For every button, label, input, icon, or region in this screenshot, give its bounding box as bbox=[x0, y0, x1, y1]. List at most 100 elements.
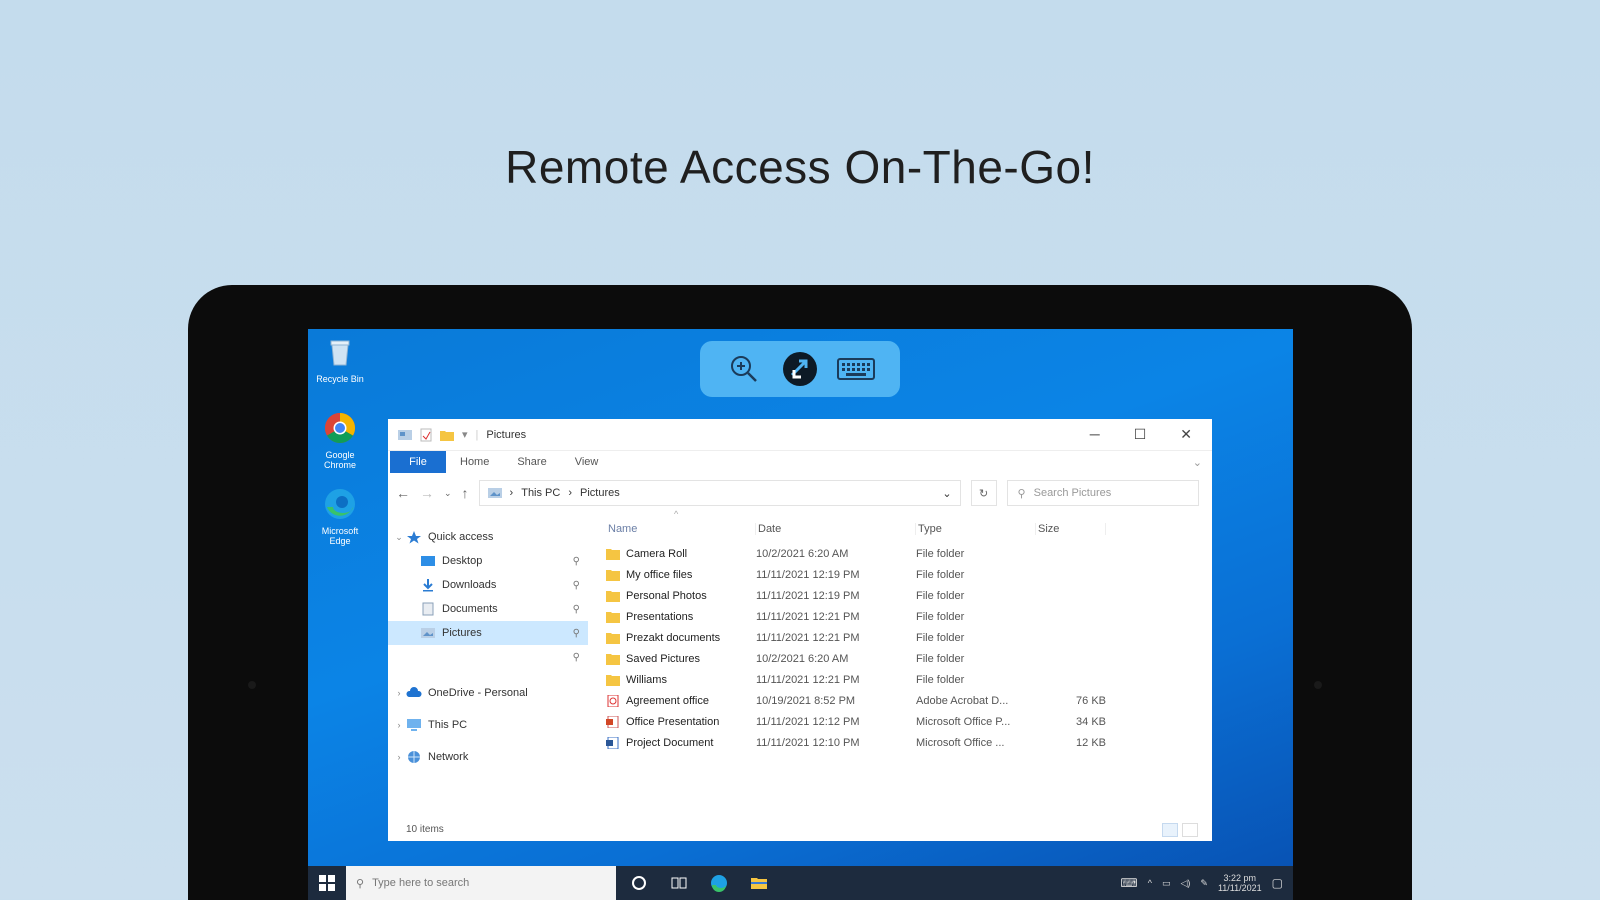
chevron-right-icon[interactable]: › bbox=[392, 752, 406, 762]
column-header-date[interactable]: Date bbox=[756, 523, 916, 535]
taskbar-search-input[interactable]: ⚲ Type here to search bbox=[346, 866, 616, 900]
nav-item-this-pc[interactable]: › This PC bbox=[388, 713, 588, 737]
nav-item-desktop[interactable]: Desktop ⚲ bbox=[388, 549, 588, 573]
tray-overflow-icon[interactable]: ^ bbox=[1148, 878, 1152, 888]
tablet-sensor-dot bbox=[248, 681, 256, 689]
back-arrow-icon[interactable]: ← bbox=[396, 485, 410, 501]
start-button[interactable] bbox=[308, 866, 346, 900]
zoom-button[interactable] bbox=[724, 349, 764, 389]
nav-item-quick-access[interactable]: ⌄ Quick access bbox=[388, 525, 588, 549]
nav-item-label: Downloads bbox=[442, 579, 497, 591]
folder-icon bbox=[606, 653, 620, 665]
new-folder-icon[interactable] bbox=[440, 429, 454, 441]
pictures-folder-icon bbox=[420, 626, 436, 640]
notification-icon[interactable]: ▢ bbox=[1272, 876, 1283, 890]
breadcrumb-this-pc[interactable]: This PC bbox=[521, 487, 560, 499]
recent-locations-icon[interactable]: ⌄ bbox=[444, 488, 452, 499]
file-row[interactable]: Prezakt documents 11/11/2021 12:21 PM File… bbox=[606, 627, 1212, 648]
up-arrow-icon[interactable]: ↑ bbox=[462, 485, 469, 501]
minimize-icon[interactable]: ─ bbox=[1090, 426, 1100, 443]
breadcrumb-pictures[interactable]: Pictures bbox=[580, 487, 620, 499]
details-view-icon[interactable] bbox=[1162, 823, 1178, 837]
search-input[interactable]: ⚲ Search Pictures bbox=[1006, 480, 1199, 506]
pdf-icon bbox=[606, 694, 620, 707]
qat-dropdown-icon[interactable]: ▾ bbox=[462, 428, 468, 441]
forward-arrow-icon[interactable]: → bbox=[420, 485, 434, 501]
file-row[interactable]: Camera Roll 10/2/2021 6:20 AM File folder bbox=[606, 543, 1212, 564]
ribbon-expand-icon[interactable]: ⌄ bbox=[1193, 456, 1212, 469]
file-row[interactable]: Personal Photos 11/11/2021 12:19 PM File f… bbox=[606, 585, 1212, 606]
system-tray: ⌨ ^ ▭ ◁) ✎ 3:22 pm 11/11/2021 ▢ bbox=[1120, 873, 1293, 893]
edge-icon[interactable] bbox=[710, 874, 728, 892]
task-view-icon[interactable] bbox=[670, 874, 688, 892]
clock[interactable]: 3:22 pm 11/11/2021 bbox=[1218, 873, 1262, 893]
desktop-icon-chrome[interactable]: Google Chrome bbox=[312, 411, 368, 470]
quick-access-toolbar: ▾ | bbox=[398, 428, 478, 442]
remote-desktop-screen[interactable]: Recycle Bin Google Chrome Microsoft Edge bbox=[308, 329, 1293, 900]
address-dropdown-icon[interactable]: ⌄ bbox=[942, 487, 951, 500]
breadcrumb-separator-icon: › bbox=[568, 487, 573, 499]
tab-home[interactable]: Home bbox=[446, 451, 503, 473]
file-row[interactable]: Project Document 11/11/2021 12:10 PM Micro… bbox=[606, 732, 1212, 753]
large-icons-view-icon[interactable] bbox=[1182, 823, 1198, 837]
chevron-right-icon[interactable]: › bbox=[392, 720, 406, 730]
file-row[interactable]: Agreement office 10/19/2021 8:52 PM Adobe … bbox=[606, 690, 1212, 711]
nav-item-empty[interactable]: ⚲ bbox=[388, 645, 588, 669]
window-controls: ─ ☐ ✕ bbox=[1090, 426, 1202, 443]
view-toggle bbox=[1162, 823, 1198, 837]
file-name: Camera Roll bbox=[626, 547, 688, 560]
touch-keyboard-icon[interactable]: ⌨ bbox=[1120, 876, 1137, 890]
sort-ascending-icon: ^ bbox=[674, 509, 679, 519]
refresh-button[interactable]: ↻ bbox=[970, 480, 997, 506]
file-row[interactable]: Williams 11/11/2021 12:21 PM File folder bbox=[606, 669, 1212, 690]
file-type: File folder bbox=[916, 673, 965, 686]
pin-icon[interactable]: ⚲ bbox=[573, 628, 580, 639]
file-name-cell: Saved Pictures bbox=[606, 653, 756, 665]
file-row[interactable]: Saved Pictures 10/2/2021 6:20 AM File fold… bbox=[606, 648, 1212, 669]
recycle-bin-icon bbox=[330, 340, 350, 366]
tab-share[interactable]: Share bbox=[503, 451, 560, 473]
properties-icon[interactable] bbox=[420, 428, 432, 442]
file-type: File folder bbox=[916, 652, 965, 665]
file-name-cell: Personal Photos bbox=[606, 590, 756, 602]
tab-file[interactable]: File bbox=[390, 451, 446, 473]
file-name-cell: Camera Roll bbox=[606, 548, 756, 560]
nav-item-pictures[interactable]: Pictures ⚲ bbox=[388, 621, 588, 645]
file-explorer-icon[interactable] bbox=[750, 874, 768, 892]
pin-icon[interactable]: ⚲ bbox=[573, 652, 580, 663]
desktop-icon-edge[interactable]: Microsoft Edge bbox=[312, 487, 368, 546]
chevron-right-icon[interactable]: › bbox=[392, 688, 406, 698]
column-header-name[interactable]: Name bbox=[606, 523, 756, 535]
file-explorer-window: ▾ | Pictures ─ ☐ ✕ File Home Share View … bbox=[388, 419, 1212, 841]
column-header-size[interactable]: Size bbox=[1036, 523, 1106, 535]
network-status-icon[interactable]: ▭ bbox=[1162, 878, 1171, 889]
volume-icon[interactable]: ◁) bbox=[1180, 878, 1190, 889]
nav-item-network[interactable]: › Network bbox=[388, 745, 588, 769]
remote-connection-icon bbox=[783, 352, 817, 386]
nav-item-documents[interactable]: Documents ⚲ bbox=[388, 597, 588, 621]
tab-view[interactable]: View bbox=[561, 451, 613, 473]
close-icon[interactable]: ✕ bbox=[1180, 426, 1192, 443]
pin-icon[interactable]: ⚲ bbox=[573, 556, 580, 567]
pen-icon[interactable]: ✎ bbox=[1200, 878, 1208, 889]
file-list: Name Date Type Size ^ Camera Roll 10/2/20… bbox=[588, 509, 1212, 819]
file-name-cell: Project Document bbox=[606, 736, 756, 749]
file-type: File folder bbox=[916, 631, 965, 644]
desktop-icon-recycle-bin[interactable]: Recycle Bin bbox=[312, 335, 368, 384]
pin-icon[interactable]: ⚲ bbox=[573, 580, 580, 591]
nav-item-label: Documents bbox=[442, 603, 498, 615]
address-bar[interactable]: › This PC › Pictures ⌄ bbox=[478, 480, 961, 506]
maximize-icon[interactable]: ☐ bbox=[1134, 426, 1147, 443]
column-header-type[interactable]: Type bbox=[916, 523, 1036, 535]
connection-button[interactable] bbox=[780, 349, 820, 389]
explorer-body: ⌄ Quick access Desktop ⚲ Downloads ⚲ Documents… bbox=[388, 509, 1212, 819]
nav-item-onedrive-personal[interactable]: › OneDrive - Personal bbox=[388, 681, 588, 705]
nav-item-downloads[interactable]: Downloads ⚲ bbox=[388, 573, 588, 597]
file-row[interactable]: My office files 11/11/2021 12:19 PM File f… bbox=[606, 564, 1212, 585]
pin-icon[interactable]: ⚲ bbox=[573, 604, 580, 615]
file-row[interactable]: Office Presentation 11/11/2021 12:12 PM Mi… bbox=[606, 711, 1212, 732]
cortana-icon[interactable] bbox=[630, 874, 648, 892]
file-row[interactable]: Presentations 11/11/2021 12:21 PM File fol… bbox=[606, 606, 1212, 627]
keyboard-button[interactable] bbox=[836, 349, 876, 389]
chevron-down-icon[interactable]: ⌄ bbox=[392, 532, 406, 543]
